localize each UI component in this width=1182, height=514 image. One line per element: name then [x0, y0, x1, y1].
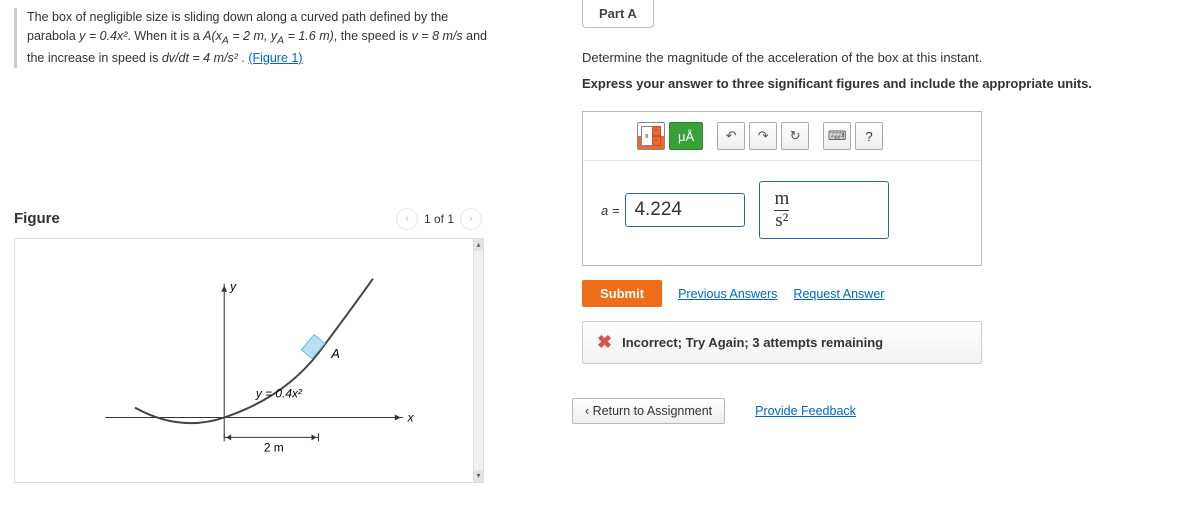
- figure-scrollbar[interactable]: ▴ ▾: [473, 239, 483, 482]
- problem-text-2: . When it is a: [127, 29, 203, 43]
- chevron-left-icon: ‹: [405, 213, 409, 225]
- value-input[interactable]: [625, 193, 745, 227]
- figure-header: Figure ‹ 1 of 1 ›: [14, 208, 496, 230]
- provide-feedback-link[interactable]: Provide Feedback: [755, 404, 856, 418]
- speed-value: v = 8 m/s: [412, 29, 463, 43]
- right-panel: Part A Determine the magnitude of the ac…: [510, 0, 1182, 514]
- chevron-left-icon: ‹: [585, 404, 593, 418]
- figure-pager: ‹ 1 of 1 ›: [396, 208, 482, 230]
- return-label: Return to Assignment: [593, 404, 713, 418]
- help-button[interactable]: ?: [855, 122, 883, 150]
- redo-button[interactable]: ↷: [749, 122, 777, 150]
- return-button[interactable]: ‹ Return to Assignment: [572, 398, 725, 424]
- answer-toolbar: x ▫▫ μÅ ↶ ↷ ↻ ⌨ ?: [583, 112, 981, 161]
- feedback-box: ✖ Incorrect; Try Again; 3 attempts remai…: [582, 321, 982, 364]
- footer-row: ‹ Return to Assignment Provide Feedback: [572, 398, 1158, 424]
- reset-button[interactable]: ↻: [781, 122, 809, 150]
- answer-row: a = m s²: [583, 161, 981, 265]
- submit-button[interactable]: Submit: [582, 280, 662, 307]
- xA-value: = 2 m, y: [229, 29, 277, 43]
- problem-statement: The box of negligible size is sliding do…: [14, 8, 496, 68]
- incorrect-icon: ✖: [597, 332, 612, 353]
- chevron-right-icon: ›: [469, 213, 473, 225]
- feedback-message: Incorrect; Try Again; 3 attempts remaini…: [622, 335, 883, 350]
- y-axis-label: y: [229, 279, 237, 293]
- keyboard-button[interactable]: ⌨: [823, 122, 851, 150]
- units-input[interactable]: m s²: [759, 181, 889, 239]
- figure-link[interactable]: (Figure 1): [248, 51, 302, 65]
- yA-value: = 1.6 m): [284, 29, 334, 43]
- unit-denominator: s²: [774, 210, 789, 232]
- figure-next-button[interactable]: ›: [460, 208, 482, 230]
- curve-equation-label: y = 0.4x²: [255, 386, 303, 400]
- part-header: Part A: [582, 0, 654, 28]
- equation-parabola: y = 0.4x²: [79, 29, 127, 43]
- figure-svg: x y A y = 0.4x² 2 m: [15, 239, 483, 482]
- submit-row: Submit Previous Answers Request Answer: [582, 280, 1158, 307]
- problem-text-3: , the speed is: [334, 29, 412, 43]
- point-A-x: A(x: [203, 29, 222, 43]
- question-line-2: Express your answer to three significant…: [582, 76, 1092, 91]
- figure-box: x y A y = 0.4x² 2 m ▴ ▾: [14, 238, 484, 483]
- templates-button[interactable]: x ▫▫: [637, 122, 665, 150]
- left-panel: The box of negligible size is sliding do…: [0, 0, 510, 514]
- scroll-up-icon[interactable]: ▴: [474, 239, 483, 251]
- units-button[interactable]: μÅ: [669, 122, 703, 150]
- dimension-label: 2 m: [264, 440, 284, 454]
- figure-pager-text: 1 of 1: [424, 212, 454, 226]
- x-axis-label: x: [407, 410, 415, 424]
- question-line-1: Determine the magnitude of the accelerat…: [582, 48, 1158, 68]
- figure-title: Figure: [14, 210, 60, 227]
- unit-numerator: m: [774, 189, 789, 210]
- undo-button[interactable]: ↶: [717, 122, 745, 150]
- answer-lhs: a =: [601, 203, 619, 218]
- question-text: Determine the magnitude of the accelerat…: [582, 48, 1158, 93]
- sub-a1: A: [222, 35, 229, 46]
- answer-box: x ▫▫ μÅ ↶ ↷ ↻ ⌨ ? a = m s²: [582, 111, 982, 266]
- problem-text-5: .: [238, 51, 248, 65]
- previous-answers-link[interactable]: Previous Answers: [678, 287, 777, 301]
- point-A-label: A: [330, 346, 340, 361]
- request-answer-link[interactable]: Request Answer: [793, 287, 884, 301]
- dvdt-value: dv/dt = 4 m/s²: [162, 51, 238, 65]
- figure-prev-button[interactable]: ‹: [396, 208, 418, 230]
- scroll-down-icon[interactable]: ▾: [474, 470, 483, 482]
